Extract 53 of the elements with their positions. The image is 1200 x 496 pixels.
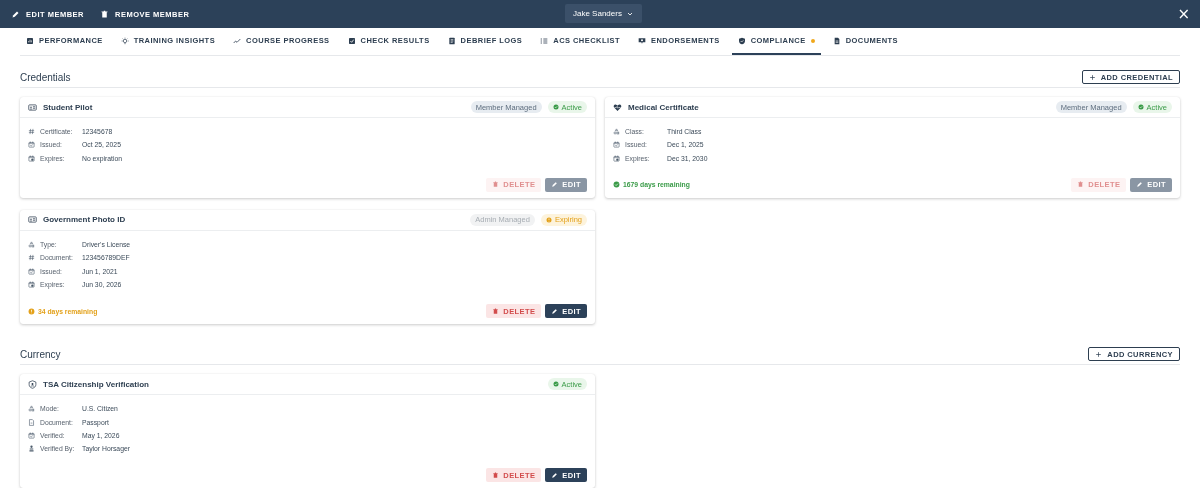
card-title: Government Photo ID xyxy=(43,215,127,225)
check-circle-icon xyxy=(613,181,620,189)
shapes-icon xyxy=(28,241,35,249)
plus-icon xyxy=(1088,73,1096,81)
shield-icon xyxy=(737,36,746,45)
pencil-icon xyxy=(551,307,559,315)
calendar-clock-icon xyxy=(613,154,620,162)
calendar-check-icon xyxy=(28,431,35,439)
check-circle-icon xyxy=(552,381,559,388)
close-button[interactable]: × xyxy=(1173,6,1194,22)
clipboard-icon xyxy=(447,36,456,45)
hash-icon xyxy=(28,254,35,262)
check-circle-icon xyxy=(1137,104,1144,110)
trash-icon xyxy=(100,9,109,19)
id-card-icon xyxy=(28,102,37,112)
id-card-icon xyxy=(28,215,37,225)
pencil-icon xyxy=(11,9,20,19)
chart-icon xyxy=(26,36,34,45)
hash-icon xyxy=(28,128,35,136)
person-icon xyxy=(28,445,35,453)
lightbulb-icon xyxy=(120,36,129,45)
trash-icon xyxy=(492,471,500,479)
alert-circle-icon xyxy=(545,216,552,223)
shield-person-icon xyxy=(28,379,37,389)
calendar-check-icon xyxy=(613,141,620,149)
trash-icon xyxy=(492,181,500,189)
calendar-check-icon xyxy=(28,141,35,149)
trend-line-icon xyxy=(233,36,242,45)
shapes-icon xyxy=(28,405,35,413)
section-heading: Currency xyxy=(20,348,62,360)
ribbon-badge-icon xyxy=(637,36,646,45)
trash-icon xyxy=(1077,181,1085,189)
plus-icon xyxy=(1095,350,1103,358)
checkbox-icon xyxy=(347,36,356,45)
file-icon xyxy=(28,418,35,426)
pencil-icon xyxy=(1136,181,1144,189)
trash-icon xyxy=(492,307,500,315)
pencil-icon xyxy=(551,471,559,479)
calendar-clock-icon xyxy=(28,280,35,288)
card-title: Student Pilot xyxy=(43,102,94,112)
check-circle-icon xyxy=(552,104,559,110)
calendar-check-icon xyxy=(28,267,35,275)
section-heading: Credentials xyxy=(20,71,72,83)
heart-pulse-icon xyxy=(613,102,622,112)
card-title: TSA Citizenship Verification xyxy=(43,379,150,389)
card-title: Medical Certificate xyxy=(628,102,700,112)
pencil-icon xyxy=(551,181,559,189)
member-dropdown[interactable]: Jake Sanders xyxy=(565,4,642,23)
document-icon xyxy=(832,36,841,45)
shapes-icon xyxy=(613,128,620,136)
alert-circle-icon xyxy=(28,307,35,315)
checklist-icon xyxy=(540,36,549,45)
calendar-clock-icon xyxy=(28,154,35,162)
